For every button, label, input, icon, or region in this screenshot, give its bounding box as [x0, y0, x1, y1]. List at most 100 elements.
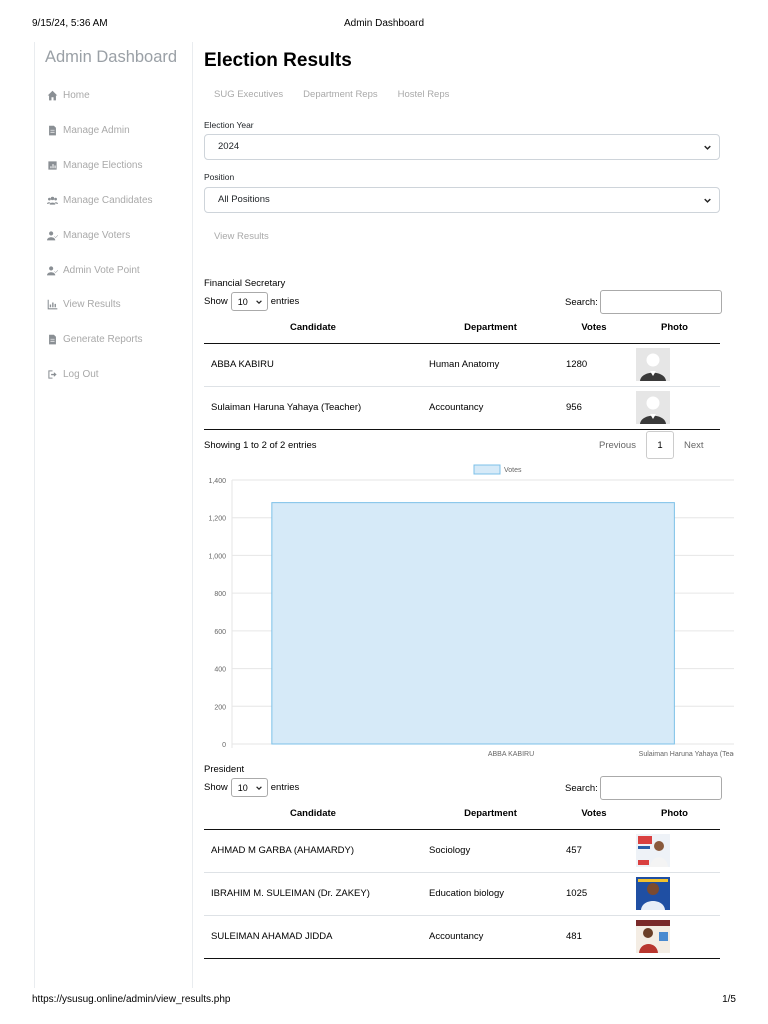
entries-label: entries: [270, 782, 300, 793]
tab-hostel-reps[interactable]: Hostel Reps: [388, 88, 460, 108]
table-header-row: Candidate Department Votes Photo: [204, 799, 720, 830]
entries-select[interactable]: 10: [230, 778, 268, 797]
cell-votes: 457: [559, 829, 629, 873]
sidebar-item-manage-admin[interactable]: Manage Admin: [44, 121, 130, 139]
table-header-row: Candidate Department Votes Photo: [204, 313, 720, 344]
x-tick-label: ABBA KABIRU: [488, 751, 534, 758]
sidebar-item-label: Generate Reports: [63, 333, 143, 345]
print-title: Admin Dashboard: [343, 18, 425, 29]
entries-length-control: Show 10 entries: [204, 778, 299, 797]
y-tick-label: 800: [214, 591, 226, 598]
legend-label: Votes: [504, 467, 522, 474]
show-label: Show: [204, 296, 228, 307]
results-table-financial-secretary: Candidate Department Votes Photo ABBA KA…: [204, 313, 720, 430]
table-search: Search:: [565, 776, 722, 800]
candidate-photo-placeholder: [636, 348, 670, 381]
tab-sug-executives[interactable]: SUG Executives: [204, 88, 293, 108]
bar: [271, 502, 675, 745]
y-tick-label: 1,200: [208, 516, 226, 523]
pagination: Previous 1 Next: [599, 431, 704, 459]
y-tick-label: 200: [214, 704, 226, 711]
cell-votes: 481: [559, 915, 629, 959]
pagination-previous[interactable]: Previous: [599, 440, 636, 451]
cell-department: Sociology: [422, 829, 559, 873]
position-select[interactable]: All Positions: [204, 187, 720, 213]
sidebar-item-label: Manage Voters: [63, 229, 131, 241]
y-tick-label: 0: [222, 742, 226, 749]
column-header-photo[interactable]: Photo: [629, 799, 720, 830]
results-table-president: Candidate Department Votes Photo AHMAD M…: [204, 799, 720, 959]
cell-votes: 1280: [559, 343, 629, 387]
y-tick-label: 1,000: [208, 553, 226, 560]
logout-icon: [44, 367, 60, 381]
sidebar-item-label: Manage Candidates: [63, 194, 153, 206]
chevron-down-icon: [255, 786, 262, 791]
column-header-candidate[interactable]: Candidate: [204, 799, 422, 830]
entries-select-value: 10: [237, 782, 248, 793]
column-header-candidate[interactable]: Candidate: [204, 313, 422, 344]
sidebar-item-manage-elections[interactable]: Manage Elections: [44, 156, 143, 174]
sidebar-item-log-out[interactable]: Log Out: [44, 365, 99, 383]
candidate-photo: [636, 877, 670, 910]
cell-candidate: ABBA KABIRU: [204, 343, 422, 387]
cell-department: Education biology: [422, 872, 559, 916]
cell-photo: [629, 343, 720, 387]
sidebar-item-generate-reports[interactable]: Generate Reports: [44, 330, 143, 348]
sidebar-item-label: Log Out: [63, 368, 99, 380]
cell-votes: 956: [559, 386, 629, 430]
sidebar-brand: Admin Dashboard: [45, 48, 178, 66]
column-header-department[interactable]: Department: [422, 799, 559, 830]
cell-department: Accountancy: [422, 915, 559, 959]
entries-select[interactable]: 10: [230, 292, 268, 311]
table-row: AHMAD M GARBA (AHAMARDY) Sociology 457: [204, 829, 720, 873]
chart-box-icon: [44, 158, 60, 172]
cell-photo: [629, 915, 720, 959]
view-results-button[interactable]: View Results: [214, 231, 269, 242]
user-check-icon: [44, 263, 60, 277]
search-input[interactable]: [599, 290, 722, 314]
print-url: https://ysusug.online/admin/view_results…: [32, 994, 231, 1005]
cell-photo: [629, 386, 720, 430]
y-tick-label: 600: [214, 629, 226, 636]
entries-select-value: 10: [237, 296, 248, 307]
print-page-number: 1/5: [722, 994, 736, 1005]
column-header-votes[interactable]: Votes: [559, 313, 629, 344]
y-tick-label: 1,400: [208, 478, 226, 485]
sidebar-item-home[interactable]: Home: [44, 86, 90, 104]
sidebar: Admin Dashboard Home Manage Admin Manage…: [34, 42, 193, 988]
table-row: IBRAHIM M. SULEIMAN (Dr. ZAKEY) Educatio…: [204, 872, 720, 916]
election-year-select[interactable]: 2024: [204, 134, 720, 160]
section-title-president: President: [204, 764, 245, 775]
position-value: All Positions: [218, 194, 270, 205]
table-info: Showing 1 to 2 of 2 entries: [204, 440, 317, 451]
cell-candidate: SULEIMAN AHAMAD JIDDA: [204, 915, 422, 959]
user-check-icon: [44, 228, 60, 242]
legend-swatch: [473, 464, 501, 475]
bar-chart-icon: [44, 297, 60, 311]
entries-label: entries: [270, 296, 300, 307]
pagination-next[interactable]: Next: [684, 440, 704, 451]
sidebar-item-label: Admin Vote Point: [63, 264, 140, 276]
cell-candidate: Sulaiman Haruna Yahaya (Teacher): [204, 386, 422, 430]
y-tick-label: 400: [214, 667, 226, 674]
cell-photo: [629, 829, 720, 873]
file-icon: [44, 332, 60, 346]
column-header-votes[interactable]: Votes: [559, 799, 629, 830]
election-year-label: Election Year: [204, 120, 254, 130]
sidebar-item-view-results[interactable]: View Results: [44, 295, 121, 313]
position-label: Position: [204, 172, 235, 182]
x-tick-label: Sulaiman Haruna Yahaya (Teacher): [639, 751, 734, 758]
sidebar-item-admin-vote-point[interactable]: Admin Vote Point: [44, 261, 140, 279]
sidebar-item-manage-candidates[interactable]: Manage Candidates: [44, 191, 153, 209]
section-title-financial-secretary: Financial Secretary: [204, 278, 286, 289]
search-label: Search:: [565, 782, 598, 794]
cell-photo: [629, 872, 720, 916]
tab-department-reps[interactable]: Department Reps: [293, 88, 387, 108]
sidebar-item-manage-voters[interactable]: Manage Voters: [44, 226, 130, 244]
chevron-down-icon: [704, 145, 711, 150]
search-input[interactable]: [599, 776, 722, 800]
pagination-page-1[interactable]: 1: [645, 431, 674, 459]
column-header-department[interactable]: Department: [422, 313, 559, 344]
users-icon: [44, 193, 60, 207]
column-header-photo[interactable]: Photo: [629, 313, 720, 344]
